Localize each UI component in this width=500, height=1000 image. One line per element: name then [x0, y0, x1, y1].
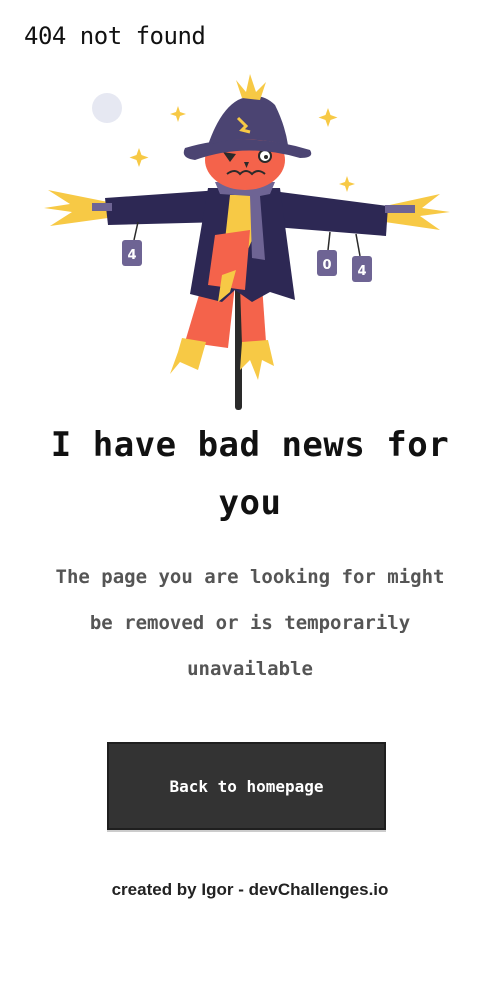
page-title: 404 not found [24, 22, 206, 50]
error-headline: I have bad news for you [50, 425, 450, 523]
scarecrow-illustration: 4 0 4 [44, 74, 450, 410]
footer-credit: created by Igor - devChallenges.io [0, 880, 500, 900]
hat-top [208, 96, 288, 145]
footer-prefix: created by [111, 880, 202, 899]
svg-text:4: 4 [357, 264, 366, 279]
svg-text:0: 0 [322, 258, 331, 273]
can-3: 4 [352, 233, 372, 282]
moon-icon [92, 93, 122, 123]
can-1: 4 [122, 221, 142, 266]
can-2: 0 [317, 231, 337, 276]
left-straw-foot [170, 338, 206, 374]
right-straw-foot [240, 340, 274, 380]
author-link[interactable]: Igor [201, 880, 233, 899]
footer-separator: - [233, 880, 249, 899]
error-description: The page you are looking for might be re… [55, 566, 445, 680]
svg-text:4: 4 [127, 248, 136, 263]
hat-straw [236, 74, 266, 100]
not-found-page: 404 not found 4 0 4 I have bad news for … [0, 0, 500, 1000]
back-to-homepage-button[interactable]: Back to homepage [107, 742, 386, 830]
site-link[interactable]: devChallenges.io [249, 880, 389, 899]
